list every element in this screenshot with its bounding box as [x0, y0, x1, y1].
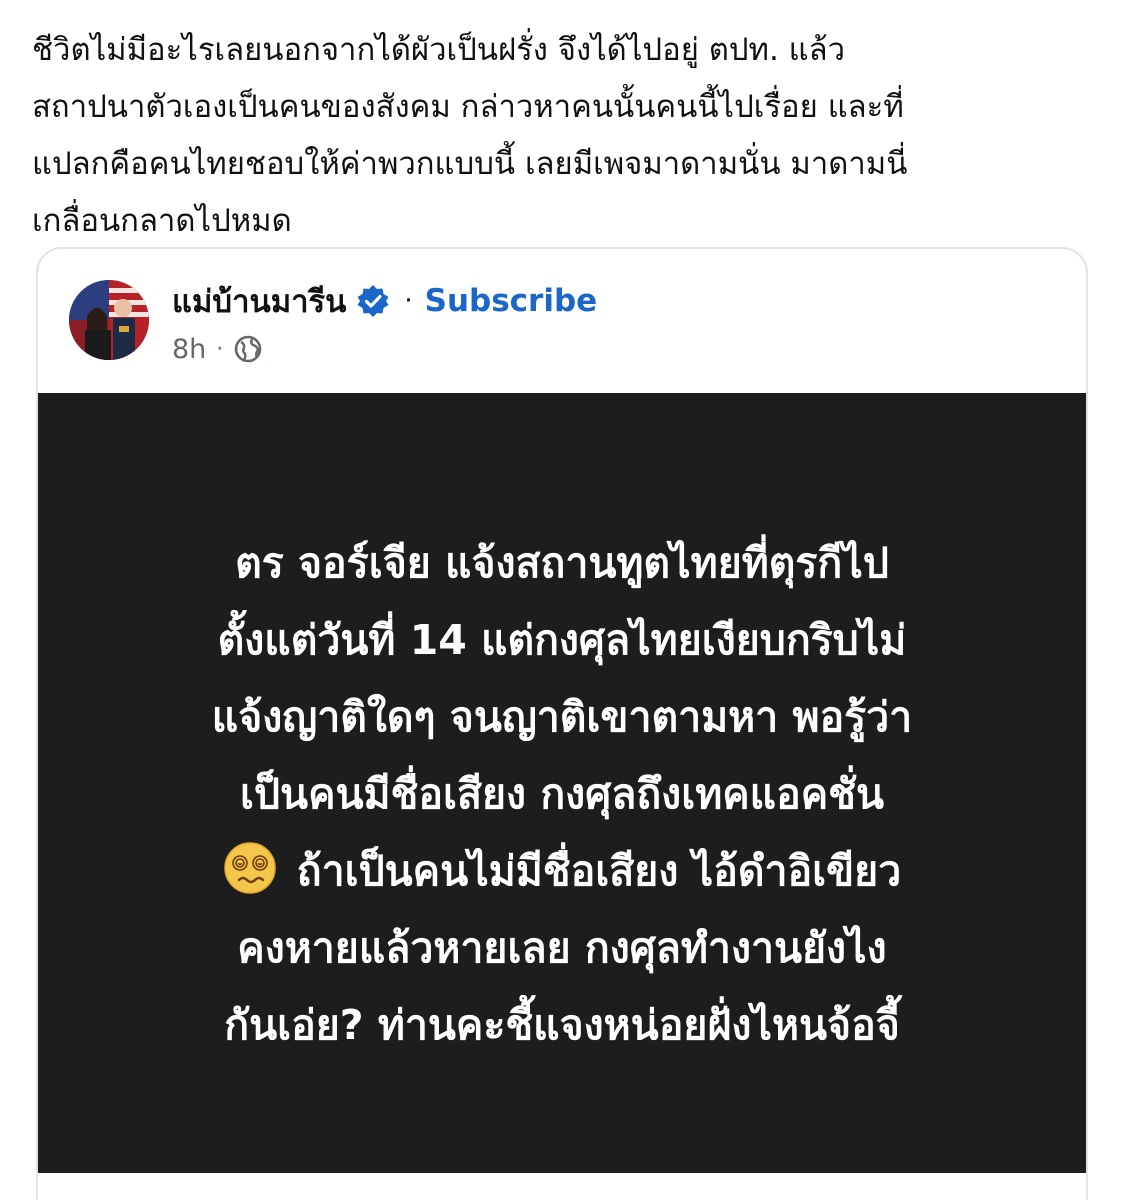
media-text-line: ถ้าเป็นคนไม่มีชื่อเสียง ไอ้ดำอิเขียว: [296, 847, 902, 895]
post-meta-row: 8h ·: [172, 331, 263, 367]
media-text-line: คงหายแล้วหายเลย กงศุลทำงานยังไง: [237, 924, 887, 972]
media-text-line: แจ้งญาติใดๆ จนญาติเขาตามหา พอรู้ว่า: [211, 693, 913, 741]
post-caption-line: เกลื่อนกลาดไปหมด: [32, 203, 292, 239]
media-text-line-with-emoji: ถ้าเป็นคนไม่มีชื่อเสียง ไอ้ดำอิเขียว: [38, 833, 1086, 910]
post-caption-line: ชีวิตไม่มีอะไรเลยนอกจากได้ผัวเป็นฝรั่ง จ…: [32, 32, 846, 68]
avatar-image: [69, 280, 149, 360]
media-text-line: ตร จอร์เจีย แจ้งสถานทูตไทยที่ตุรกีไป: [235, 539, 889, 587]
verified-badge-icon: [356, 284, 390, 318]
globe-icon: [233, 334, 263, 364]
author-row: แม่บ้านมารีน · Subscribe: [172, 279, 597, 323]
shared-post-card[interactable]: แม่บ้านมารีน · Subscribe 8h · ตร จอร์เจี…: [36, 247, 1088, 1200]
author-name[interactable]: แม่บ้านมารีน: [172, 276, 346, 326]
post-caption-line: แปลกคือคนไทยชอบให้ค่าพวกแบบนี้ เลยมีเพจม…: [32, 146, 908, 182]
subscribe-button[interactable]: Subscribe: [425, 283, 598, 319]
media-text-line: ตั้งแต่วันที่ 14 แต่กงศุลไทยเงียบกริบไม่: [217, 616, 907, 664]
post-caption: ชีวิตไม่มีอะไรเลยนอกจากได้ผัวเป็นฝรั่ง จ…: [32, 22, 1102, 250]
shared-post-header: แม่บ้านมารีน · Subscribe 8h ·: [38, 249, 1086, 393]
media-text-line: กันเอ่ย? ท่านคะชี้แจงหน่อยฝั่งไหนจ้อจี้: [224, 1001, 900, 1049]
media-text: ตร จอร์เจีย แจ้งสถานทูตไทยที่ตุรกีไป ตั้…: [38, 525, 1086, 1064]
author-avatar[interactable]: [69, 280, 149, 360]
screenshot-page: ชีวิตไม่มีอะไรเลยนอกจากได้ผัวเป็นฝรั่ง จ…: [0, 0, 1126, 1200]
separator-dot: ·: [404, 286, 413, 316]
post-timestamp[interactable]: 8h: [172, 334, 206, 365]
media-text-line: เป็นคนมีชื่อเสียง กงศุลถึงเทคแอคชั่น: [240, 770, 884, 818]
meta-separator-dot: ·: [216, 336, 224, 362]
woozy-face-emoji-icon: [223, 841, 277, 895]
post-media-image[interactable]: ตร จอร์เจีย แจ้งสถานทูตไทยที่ตุรกีไป ตั้…: [38, 393, 1086, 1173]
post-caption-line: สถาปนาตัวเองเป็นคนของสังคม กล่าวหาคนนั้น…: [32, 89, 904, 125]
